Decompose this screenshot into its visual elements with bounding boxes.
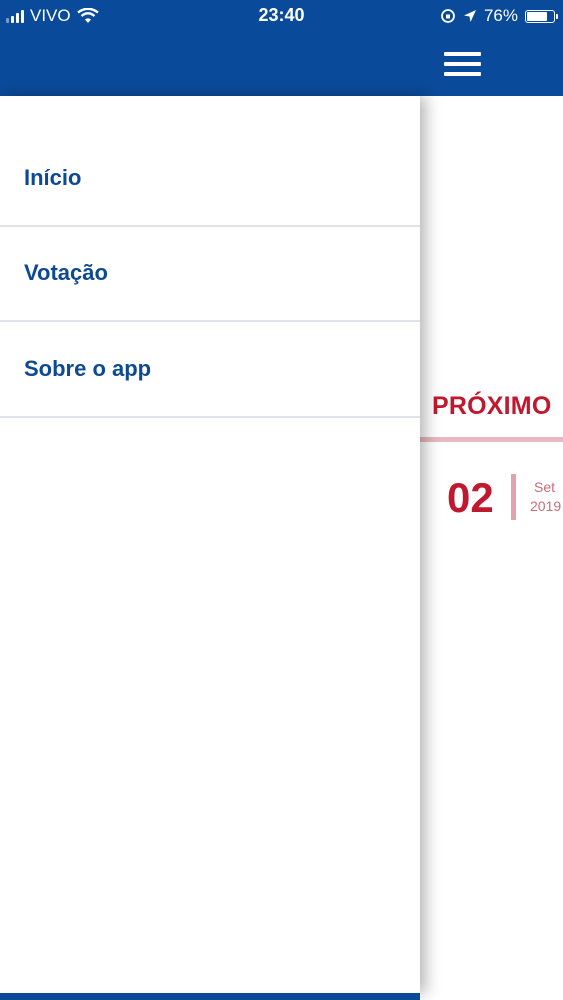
section-title: PRÓXIMO: [432, 392, 552, 420]
main-content: [420, 96, 563, 1000]
date-divider: [511, 474, 516, 520]
status-right: 76%: [440, 6, 558, 26]
drawer-item-label: Início: [24, 165, 82, 190]
battery-percentage: 76%: [483, 6, 518, 25]
drawer-item-label: Sobre o app: [24, 356, 152, 381]
drawer-item-sobre-o-app[interactable]: Sobre o app: [0, 323, 420, 418]
navigation-drawer: Início Votação Sobre o app: [0, 96, 420, 994]
bottom-strip: [0, 993, 420, 1000]
hamburger-menu-icon[interactable]: [444, 52, 482, 76]
drawer-item-inicio[interactable]: Início: [0, 132, 420, 227]
drawer-item-votacao[interactable]: Votação: [0, 227, 420, 322]
location-icon: [463, 10, 476, 22]
section-underline: [420, 437, 563, 442]
event-date-year: 2019: [530, 498, 562, 514]
orientation-lock-icon: [441, 9, 455, 23]
event-date-day: 02: [447, 474, 494, 521]
event-date-month: Set: [534, 479, 556, 495]
battery-icon: [525, 9, 558, 23]
status-bar: VIVO 23:40 76%: [0, 0, 563, 32]
drawer-item-label: Votação: [24, 260, 108, 285]
